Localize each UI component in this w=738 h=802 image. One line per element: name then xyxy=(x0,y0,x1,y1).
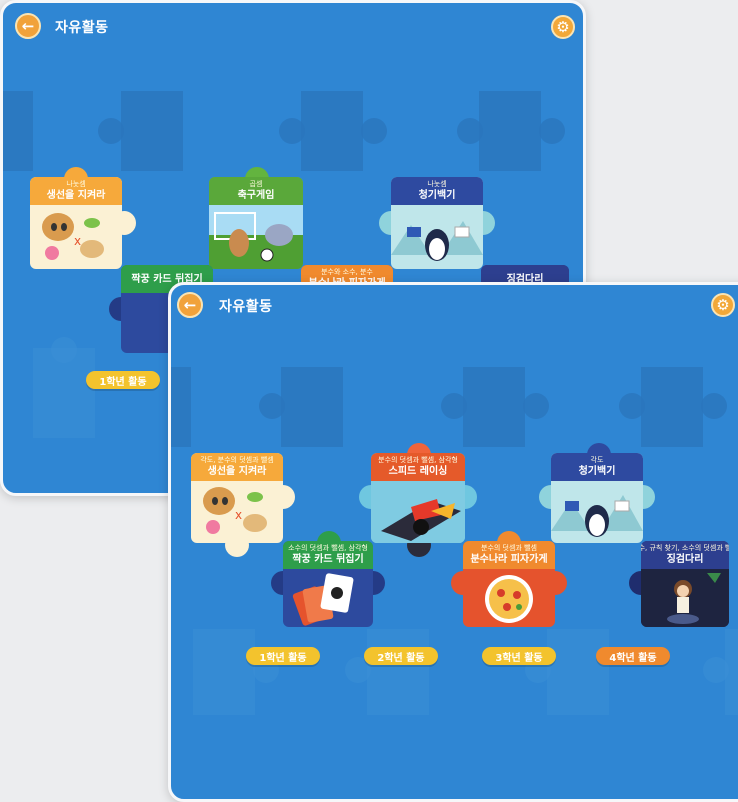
bg-puzzle-piece xyxy=(547,629,609,715)
arrow-left-icon: ← xyxy=(183,296,197,314)
puzzle-body: 소수의 덧셈과 뺄셈, 삼각형 짝꿍 카드 뒤집기 xyxy=(283,541,373,627)
card-title: 청기백기 xyxy=(418,190,456,201)
activity-card-card-flip[interactable]: 소수의 덧셈과 뺄셈, 삼각형 짝꿍 카드 뒤집기 xyxy=(271,531,385,627)
card-illustration xyxy=(551,481,643,543)
card-title: 짝꿍 카드 뒤집기 xyxy=(292,554,364,565)
bg-puzzle-piece xyxy=(121,91,183,171)
card-illustration xyxy=(371,481,465,543)
gear-icon: ⚙ xyxy=(716,296,730,314)
puzzle-body: 분수의 덧셈과 뺄셈 분수나라 피자가게 xyxy=(463,541,555,627)
arrow-left-icon: ← xyxy=(21,17,35,35)
card-header: 각도, 분수의 덧셈과 뺄셈 생선을 지켜라 xyxy=(191,453,283,481)
card-subject: 곱셈 xyxy=(249,180,263,188)
card-title: 생선을 지켜라 xyxy=(46,190,106,201)
card-title: 청기백기 xyxy=(578,466,616,477)
puzzle-body: 곱셈 축구게임 xyxy=(209,177,303,269)
activity-card-flags[interactable]: 각도 청기백기 xyxy=(539,443,655,543)
front-window: ← 자유활동 ⚙ 각도, 분수의 덧셈과 뺄셈 생선을 지켜라 x 분수의 덧셈… xyxy=(168,282,738,802)
bg-puzzle-piece xyxy=(3,91,33,171)
puzzle-body: 소수, 규칙 찾기, 소수의 덧셈과 뺄셈 징검다리 xyxy=(641,541,729,627)
gear-icon: ⚙ xyxy=(556,18,570,36)
card-title: 축구게임 xyxy=(237,190,275,201)
bg-puzzle-piece xyxy=(281,367,343,447)
back-button[interactable]: ← xyxy=(15,13,41,39)
bg-puzzle-piece xyxy=(367,629,429,715)
grade-2-button[interactable]: 2학년 활동 xyxy=(364,647,438,665)
card-header: 소수의 덧셈과 뺄셈, 삼각형 짝꿍 카드 뒤집기 xyxy=(283,541,373,569)
settings-button[interactable]: ⚙ xyxy=(711,293,735,317)
card-title: 징검다리 xyxy=(666,554,704,565)
bg-puzzle-piece xyxy=(193,629,255,715)
settings-button[interactable]: ⚙ xyxy=(551,15,575,39)
activity-card-protect-fish[interactable]: 나눗셈 생선을 지켜라 x xyxy=(30,167,136,269)
bg-puzzle-knob xyxy=(703,657,729,683)
grade-3-button[interactable]: 3학년 활동 xyxy=(482,647,556,665)
bg-puzzle-knob xyxy=(441,393,467,419)
activity-card-soccer[interactable]: 곱셈 축구게임 xyxy=(209,167,303,269)
card-illustration xyxy=(391,205,483,269)
back-button[interactable]: ← xyxy=(177,292,203,318)
grade-4-button[interactable]: 4학년 활동 xyxy=(596,647,670,665)
puzzle-body: 분수의 덧셈과 뺄셈, 삼각형 스피드 레이싱 xyxy=(371,453,465,543)
card-header: 나눗셈 생선을 지켜라 xyxy=(30,177,122,205)
page-title: 자유활동 xyxy=(219,299,273,315)
card-illustration xyxy=(641,569,729,627)
puzzle-body: 나눗셈 생선을 지켜라 x xyxy=(30,177,122,269)
puzzle-body: 나눗셈 청기백기 xyxy=(391,177,483,269)
card-subject: 분수와 소수, 분수 xyxy=(321,268,373,276)
card-illustration xyxy=(283,569,373,627)
bg-puzzle-piece xyxy=(479,91,541,171)
card-illustration xyxy=(209,205,303,269)
card-subject: 각도 xyxy=(590,456,604,464)
card-title: 스피드 레이싱 xyxy=(388,466,448,477)
grade-1-button[interactable]: 1학년 활동 xyxy=(246,647,320,665)
puzzle-body: 각도, 분수의 덧셈과 뺄셈 생선을 지켜라 x xyxy=(191,453,283,543)
bg-puzzle-knob xyxy=(361,118,387,144)
bg-puzzle-piece xyxy=(171,367,191,447)
card-header: 분수의 덧셈과 뺄셈 분수나라 피자가게 xyxy=(463,541,555,569)
bg-puzzle-piece xyxy=(301,91,363,171)
card-title: 생선을 지켜라 xyxy=(207,466,267,477)
card-header: 각도 청기백기 xyxy=(551,453,643,481)
bg-puzzle-knob xyxy=(539,118,565,144)
bg-puzzle-knob xyxy=(619,393,645,419)
card-subject: 소수, 규칙 찾기, 소수의 덧셈과 뺄셈 xyxy=(641,544,729,552)
card-header: 곱셈 축구게임 xyxy=(209,177,303,205)
grade-1-button[interactable]: 1학년 활동 xyxy=(86,371,160,389)
page-title: 자유활동 xyxy=(55,20,109,36)
bg-puzzle-piece xyxy=(641,367,703,447)
activity-card-flags[interactable]: 나눗셈 청기백기 xyxy=(379,177,495,269)
card-title: 분수나라 피자가게 xyxy=(470,554,548,565)
svg-text:x: x xyxy=(74,234,81,248)
card-subject: 소수의 덧셈과 뺄셈, 삼각형 xyxy=(288,544,368,552)
bg-puzzle-knob xyxy=(523,393,549,419)
bg-puzzle-knob xyxy=(279,118,305,144)
bg-puzzle-knob xyxy=(98,118,124,144)
top-bar: ← 자유활동 ⚙ xyxy=(171,285,738,329)
bg-puzzle-piece xyxy=(463,367,525,447)
card-header: 나눗셈 청기백기 xyxy=(391,177,483,205)
activity-card-stepping-stones[interactable]: 소수, 규칙 찾기, 소수의 덧셈과 뺄셈 징검다리 xyxy=(629,541,729,627)
puzzle-body: 각도 청기백기 xyxy=(551,453,643,543)
card-subject: 나눗셈 xyxy=(427,180,447,188)
svg-text:x: x xyxy=(235,508,242,522)
card-header: 분수의 덧셈과 뺄셈, 삼각형 스피드 레이싱 xyxy=(371,453,465,481)
bg-puzzle-knob xyxy=(51,337,77,363)
card-header: 소수, 규칙 찾기, 소수의 덧셈과 뺄셈 징검다리 xyxy=(641,541,729,569)
bg-puzzle-knob xyxy=(701,393,727,419)
bg-puzzle-knob xyxy=(259,393,285,419)
card-illustration xyxy=(463,569,555,627)
card-illustration: x xyxy=(191,481,283,543)
card-subject: 분수의 덧셈과 뺄셈 xyxy=(481,544,537,552)
card-subject: 나눗셈 xyxy=(66,180,86,188)
activity-card-protect-fish[interactable]: 각도, 분수의 덧셈과 뺄셈 생선을 지켜라 x xyxy=(191,453,295,557)
activity-card-pizza[interactable]: 분수의 덧셈과 뺄셈 분수나라 피자가게 xyxy=(451,531,567,627)
activity-card-speed-racing[interactable]: 분수의 덧셈과 뺄셈, 삼각형 스피드 레이싱 xyxy=(359,443,477,557)
top-bar: ← 자유활동 ⚙ xyxy=(3,3,583,47)
bg-puzzle-knob xyxy=(457,118,483,144)
card-subject: 분수의 덧셈과 뺄셈, 삼각형 xyxy=(378,456,458,464)
card-illustration: x xyxy=(30,205,122,269)
card-subject: 각도, 분수의 덧셈과 뺄셈 xyxy=(200,456,274,464)
